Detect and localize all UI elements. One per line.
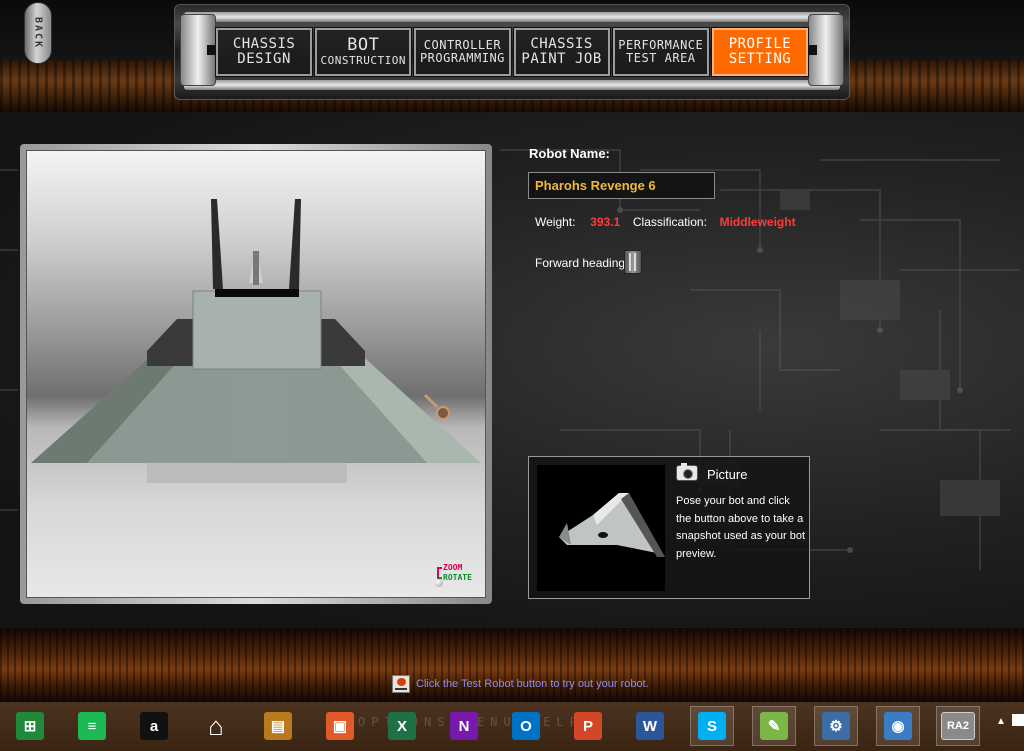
nav-rail-top xyxy=(184,12,840,22)
store-glyph: ⊞ xyxy=(16,712,44,740)
weight-value: 393.1 xyxy=(590,215,621,229)
gear-cursor-icon xyxy=(423,393,450,420)
photos-glyph: ▣ xyxy=(326,712,354,740)
robot-preview-image xyxy=(537,465,665,591)
home-glyph: ⌂ xyxy=(208,710,224,741)
picture-panel: Picture Pose your bot and click the butt… xyxy=(528,456,810,599)
robot-name-label: Robot Name: xyxy=(529,146,610,161)
tab-chassis-paint-job-line1: CHASSIS xyxy=(530,36,593,53)
tab-chassis-design-line2: DESIGN xyxy=(237,51,291,67)
tab-bot-construction-line1: BOT xyxy=(347,35,380,56)
hint-text: Click the Test Robot button to try out y… xyxy=(416,678,649,690)
onenote-glyph: N xyxy=(450,712,478,740)
weight-label: Weight: xyxy=(535,215,576,229)
classification-value: Middleweight xyxy=(719,215,796,229)
tab-profile-setting-line1: PROFILE xyxy=(728,36,792,53)
classification-label: Classification: xyxy=(632,215,707,229)
robot-body xyxy=(192,290,322,370)
forward-heading-label: Forward heading: xyxy=(535,256,629,270)
nav-cap-right xyxy=(807,14,844,86)
taskbar-ra2-icon[interactable]: RA2 xyxy=(936,706,980,746)
ra2-glyph: RA2 xyxy=(941,712,975,740)
tab-chassis-paint-job-line2: PAINT JOB xyxy=(521,51,602,67)
picture-description: Pose your bot and click the button above… xyxy=(676,495,806,560)
taskbar-notes-icon[interactable]: ▤ xyxy=(256,706,300,746)
network-tool-glyph: ⚙ xyxy=(822,712,850,740)
tab-chassis-design-line1: CHASSIS xyxy=(232,36,296,53)
taskbar-store-icon[interactable]: ⊞ xyxy=(8,706,52,746)
taskbar-editor-icon[interactable]: ✎ xyxy=(752,706,796,746)
tab-performance-test-area-line2: TEST AREA xyxy=(626,51,696,65)
nav-rail-bottom xyxy=(184,80,840,90)
robot-spike-shaft xyxy=(253,251,259,285)
robot-left-pod xyxy=(147,319,195,366)
taskbar-photos-icon[interactable]: ▣ xyxy=(318,706,362,746)
taskbar-browser-icon[interactable]: ◉ xyxy=(876,706,920,746)
amazon-glyph: a xyxy=(140,712,168,740)
robot-name-input[interactable]: Pharohs Revenge 6 xyxy=(528,172,715,199)
tab-chassis-design[interactable]: CHASSIS DESIGN xyxy=(214,27,314,77)
hint-icon xyxy=(392,675,410,693)
browser-glyph: ◉ xyxy=(884,712,912,740)
taskbar-home-icon[interactable]: ⌂ xyxy=(194,706,238,746)
rotate-label: ROTATE xyxy=(443,573,472,582)
taskbar-outlook-icon[interactable]: O xyxy=(504,706,548,746)
tab-profile-setting[interactable]: PROFILE SETTING xyxy=(710,27,810,77)
taskbar-spotify-icon[interactable]: ≡ xyxy=(70,706,114,746)
tab-performance-test-area[interactable]: PERFORMANCE TEST AREA xyxy=(611,27,710,77)
robot-3d-viewport[interactable]: ZOOM ROTATE xyxy=(26,150,486,598)
editor-glyph: ✎ xyxy=(760,712,788,740)
tab-controller-programming-line2: PROGRAMMING xyxy=(419,51,505,65)
stats-row: Weight: 393.1 Classification: Middleweig… xyxy=(535,215,796,229)
forward-heading-slider[interactable] xyxy=(624,250,642,274)
zoom-knob[interactable] xyxy=(435,579,443,587)
taskbar-network-tool-icon[interactable]: ⚙ xyxy=(814,706,858,746)
floor-shadow xyxy=(147,461,347,483)
skype-glyph: S xyxy=(698,712,726,740)
taskbar-word-icon[interactable]: W xyxy=(628,706,672,746)
word-glyph: W xyxy=(636,712,664,740)
robot-name-value: Pharohs Revenge 6 xyxy=(535,178,656,193)
robot-right-pod xyxy=(317,319,365,366)
robot-left-horn xyxy=(211,199,223,289)
tab-bot-construction[interactable]: BOT CONSTRUCTION xyxy=(314,27,413,77)
taskbar-skype-icon[interactable]: S xyxy=(690,706,734,746)
zoom-rotate-bracket xyxy=(437,567,442,579)
tray-monitor-icon[interactable] xyxy=(1012,714,1024,726)
zoom-label: ZOOM xyxy=(443,563,463,572)
zoom-rotate-control[interactable]: ZOOM ROTATE xyxy=(435,563,479,587)
tab-profile-setting-line2: SETTING xyxy=(728,51,792,67)
spotify-glyph: ≡ xyxy=(78,712,106,740)
status-hint: Click the Test Robot button to try out y… xyxy=(392,675,649,693)
back-button-label: BACK xyxy=(32,16,44,50)
tab-controller-programming[interactable]: CONTROLLER PROGRAMMING xyxy=(413,27,512,77)
notes-glyph: ▤ xyxy=(264,712,292,740)
powerpoint-glyph: P xyxy=(574,712,602,740)
robot-model xyxy=(31,199,481,483)
taskbar-excel-icon[interactable]: X xyxy=(380,706,424,746)
outlook-glyph: O xyxy=(512,712,540,740)
tray-chevron-icon[interactable]: ▲ xyxy=(996,716,1006,727)
taskbar-onenote-icon[interactable]: N xyxy=(442,706,486,746)
robot-center-column xyxy=(231,365,287,463)
excel-glyph: X xyxy=(388,712,416,740)
camera-icon[interactable] xyxy=(676,463,698,481)
tab-bot-construction-line2: CONSTRUCTION xyxy=(320,54,406,68)
nav-cap-left xyxy=(180,14,217,86)
robot-top-bar xyxy=(215,289,299,297)
back-button[interactable]: BACK xyxy=(24,2,52,64)
nav-tabs: CHASSIS DESIGN BOT CONSTRUCTION CONTROLL… xyxy=(214,27,810,77)
taskbar-amazon-icon[interactable]: a xyxy=(132,706,176,746)
viewport-frame: ZOOM ROTATE xyxy=(20,144,492,604)
picture-title: Picture xyxy=(707,467,748,482)
tab-chassis-paint-job[interactable]: CHASSIS PAINT JOB xyxy=(512,27,611,77)
robot-right-horn xyxy=(289,199,301,289)
taskbar-powerpoint-icon[interactable]: P xyxy=(566,706,610,746)
